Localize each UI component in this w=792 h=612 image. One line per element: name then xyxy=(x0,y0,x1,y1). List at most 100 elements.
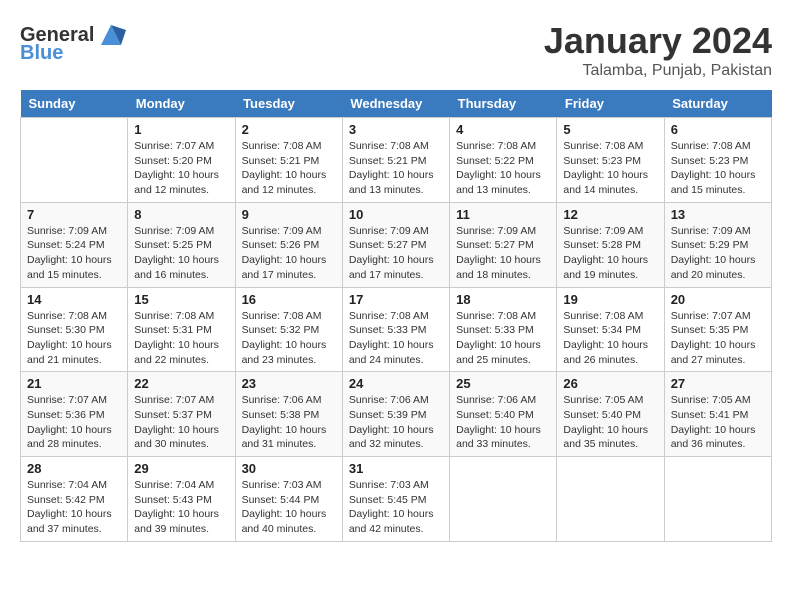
calendar-cell: 4 Sunrise: 7:08 AM Sunset: 5:22 PM Daylig… xyxy=(450,118,557,203)
calendar-day-header: Saturday xyxy=(664,90,771,118)
day-info: Sunrise: 7:08 AM Sunset: 5:31 PM Dayligh… xyxy=(134,309,228,368)
calendar-cell: 18 Sunrise: 7:08 AM Sunset: 5:33 PM Dayli… xyxy=(450,287,557,372)
day-number: 5 xyxy=(563,122,657,137)
day-info: Sunrise: 7:05 AM Sunset: 5:40 PM Dayligh… xyxy=(563,393,657,452)
day-number: 9 xyxy=(242,207,336,222)
day-number: 6 xyxy=(671,122,765,137)
day-info: Sunrise: 7:04 AM Sunset: 5:43 PM Dayligh… xyxy=(134,478,228,537)
calendar-cell: 15 Sunrise: 7:08 AM Sunset: 5:31 PM Dayli… xyxy=(128,287,235,372)
day-info: Sunrise: 7:08 AM Sunset: 5:23 PM Dayligh… xyxy=(671,139,765,198)
day-info: Sunrise: 7:08 AM Sunset: 5:21 PM Dayligh… xyxy=(242,139,336,198)
calendar-cell: 30 Sunrise: 7:03 AM Sunset: 5:44 PM Dayli… xyxy=(235,457,342,542)
calendar-day-header: Sunday xyxy=(21,90,128,118)
calendar-cell: 13 Sunrise: 7:09 AM Sunset: 5:29 PM Dayli… xyxy=(664,202,771,287)
logo-blue: Blue xyxy=(20,42,63,65)
day-info: Sunrise: 7:09 AM Sunset: 5:25 PM Dayligh… xyxy=(134,224,228,283)
day-number: 8 xyxy=(134,207,228,222)
day-number: 25 xyxy=(456,376,550,391)
calendar-week-row: 28 Sunrise: 7:04 AM Sunset: 5:42 PM Dayli… xyxy=(21,457,772,542)
day-info: Sunrise: 7:09 AM Sunset: 5:29 PM Dayligh… xyxy=(671,224,765,283)
calendar-cell: 1 Sunrise: 7:07 AM Sunset: 5:20 PM Daylig… xyxy=(128,118,235,203)
day-number: 1 xyxy=(134,122,228,137)
calendar-cell: 29 Sunrise: 7:04 AM Sunset: 5:43 PM Dayli… xyxy=(128,457,235,542)
day-info: Sunrise: 7:06 AM Sunset: 5:40 PM Dayligh… xyxy=(456,393,550,452)
day-number: 30 xyxy=(242,461,336,476)
day-number: 15 xyxy=(134,292,228,307)
day-info: Sunrise: 7:09 AM Sunset: 5:27 PM Dayligh… xyxy=(456,224,550,283)
calendar-cell: 2 Sunrise: 7:08 AM Sunset: 5:21 PM Daylig… xyxy=(235,118,342,203)
title-block: January 2024 Talamba, Punjab, Pakistan xyxy=(544,20,772,80)
day-info: Sunrise: 7:06 AM Sunset: 5:38 PM Dayligh… xyxy=(242,393,336,452)
calendar-cell xyxy=(21,118,128,203)
calendar-day-header: Wednesday xyxy=(342,90,449,118)
day-number: 13 xyxy=(671,207,765,222)
calendar-cell: 23 Sunrise: 7:06 AM Sunset: 5:38 PM Dayli… xyxy=(235,372,342,457)
calendar-cell: 8 Sunrise: 7:09 AM Sunset: 5:25 PM Daylig… xyxy=(128,202,235,287)
calendar-day-header: Monday xyxy=(128,90,235,118)
day-number: 29 xyxy=(134,461,228,476)
calendar-cell: 22Sunrise: 7:07 AM Sunset: 5:37 PM Dayli… xyxy=(128,372,235,457)
day-info: Sunrise: 7:09 AM Sunset: 5:26 PM Dayligh… xyxy=(242,224,336,283)
day-number: 20 xyxy=(671,292,765,307)
day-number: 23 xyxy=(242,376,336,391)
day-number: 3 xyxy=(349,122,443,137)
calendar-cell: 12 Sunrise: 7:09 AM Sunset: 5:28 PM Dayli… xyxy=(557,202,664,287)
day-info: Sunrise: 7:08 AM Sunset: 5:30 PM Dayligh… xyxy=(27,309,121,368)
logo-icon xyxy=(96,20,126,50)
day-info: Sunrise: 7:09 AM Sunset: 5:27 PM Dayligh… xyxy=(349,224,443,283)
day-info: Sunrise: 7:07 AM Sunset: 5:36 PM Dayligh… xyxy=(27,393,121,452)
day-info: Sunrise: 7:03 AM Sunset: 5:44 PM Dayligh… xyxy=(242,478,336,537)
calendar-cell: 17Sunrise: 7:08 AM Sunset: 5:33 PM Dayli… xyxy=(342,287,449,372)
calendar-cell: 10Sunrise: 7:09 AM Sunset: 5:27 PM Dayli… xyxy=(342,202,449,287)
calendar-cell xyxy=(664,457,771,542)
calendar-table: SundayMondayTuesdayWednesdayThursdayFrid… xyxy=(20,90,772,542)
day-number: 24 xyxy=(349,376,443,391)
day-number: 4 xyxy=(456,122,550,137)
calendar-cell: 6 Sunrise: 7:08 AM Sunset: 5:23 PM Daylig… xyxy=(664,118,771,203)
day-info: Sunrise: 7:09 AM Sunset: 5:28 PM Dayligh… xyxy=(563,224,657,283)
day-number: 7 xyxy=(27,207,121,222)
day-info: Sunrise: 7:08 AM Sunset: 5:33 PM Dayligh… xyxy=(456,309,550,368)
day-info: Sunrise: 7:08 AM Sunset: 5:34 PM Dayligh… xyxy=(563,309,657,368)
day-info: Sunrise: 7:08 AM Sunset: 5:22 PM Dayligh… xyxy=(456,139,550,198)
day-number: 2 xyxy=(242,122,336,137)
calendar-cell xyxy=(450,457,557,542)
calendar-cell: 19Sunrise: 7:08 AM Sunset: 5:34 PM Dayli… xyxy=(557,287,664,372)
day-info: Sunrise: 7:07 AM Sunset: 5:35 PM Dayligh… xyxy=(671,309,765,368)
day-info: Sunrise: 7:08 AM Sunset: 5:21 PM Dayligh… xyxy=(349,139,443,198)
calendar-cell: 7Sunrise: 7:09 AM Sunset: 5:24 PM Daylig… xyxy=(21,202,128,287)
day-number: 12 xyxy=(563,207,657,222)
day-info: Sunrise: 7:08 AM Sunset: 5:23 PM Dayligh… xyxy=(563,139,657,198)
calendar-cell: 28 Sunrise: 7:04 AM Sunset: 5:42 PM Dayli… xyxy=(21,457,128,542)
calendar-cell: 24 Sunrise: 7:06 AM Sunset: 5:39 PM Dayli… xyxy=(342,372,449,457)
calendar-cell: 31Sunrise: 7:03 AM Sunset: 5:45 PM Dayli… xyxy=(342,457,449,542)
calendar-day-header: Friday xyxy=(557,90,664,118)
location: Talamba, Punjab, Pakistan xyxy=(544,62,772,80)
calendar-cell xyxy=(557,457,664,542)
calendar-cell: 20 Sunrise: 7:07 AM Sunset: 5:35 PM Dayli… xyxy=(664,287,771,372)
calendar-cell: 5 Sunrise: 7:08 AM Sunset: 5:23 PM Daylig… xyxy=(557,118,664,203)
logo: General Blue xyxy=(20,20,126,65)
day-number: 28 xyxy=(27,461,121,476)
day-info: Sunrise: 7:08 AM Sunset: 5:33 PM Dayligh… xyxy=(349,309,443,368)
day-number: 22 xyxy=(134,376,228,391)
day-number: 27 xyxy=(671,376,765,391)
day-info: Sunrise: 7:07 AM Sunset: 5:20 PM Dayligh… xyxy=(134,139,228,198)
calendar-week-row: 1 Sunrise: 7:07 AM Sunset: 5:20 PM Daylig… xyxy=(21,118,772,203)
day-info: Sunrise: 7:08 AM Sunset: 5:32 PM Dayligh… xyxy=(242,309,336,368)
day-number: 11 xyxy=(456,207,550,222)
calendar-cell: 21Sunrise: 7:07 AM Sunset: 5:36 PM Dayli… xyxy=(21,372,128,457)
calendar-week-row: 7Sunrise: 7:09 AM Sunset: 5:24 PM Daylig… xyxy=(21,202,772,287)
day-info: Sunrise: 7:06 AM Sunset: 5:39 PM Dayligh… xyxy=(349,393,443,452)
calendar-week-row: 14 Sunrise: 7:08 AM Sunset: 5:30 PM Dayli… xyxy=(21,287,772,372)
day-info: Sunrise: 7:03 AM Sunset: 5:45 PM Dayligh… xyxy=(349,478,443,537)
day-info: Sunrise: 7:04 AM Sunset: 5:42 PM Dayligh… xyxy=(27,478,121,537)
day-number: 18 xyxy=(456,292,550,307)
day-number: 26 xyxy=(563,376,657,391)
day-number: 14 xyxy=(27,292,121,307)
day-number: 16 xyxy=(242,292,336,307)
page-header: General Blue January 2024 Talamba, Punja… xyxy=(20,20,772,80)
calendar-cell: 25 Sunrise: 7:06 AM Sunset: 5:40 PM Dayli… xyxy=(450,372,557,457)
calendar-cell: 9 Sunrise: 7:09 AM Sunset: 5:26 PM Daylig… xyxy=(235,202,342,287)
calendar-week-row: 21Sunrise: 7:07 AM Sunset: 5:36 PM Dayli… xyxy=(21,372,772,457)
